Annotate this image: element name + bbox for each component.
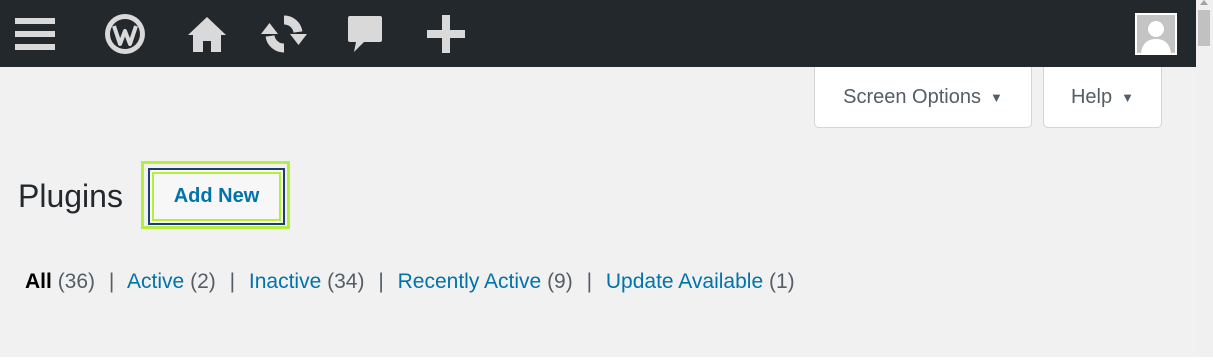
filter-all-count: (36)	[57, 270, 96, 293]
admin-bar	[0, 0, 1196, 67]
home-icon[interactable]	[182, 0, 232, 67]
separator: |	[586, 270, 593, 293]
filter-recently-active-link[interactable]: Recently Active	[398, 270, 542, 293]
plugin-status-filters: All (36) | Active (2) | Inactive (34) | …	[25, 270, 795, 294]
page-title: Plugins	[18, 178, 123, 214]
filter-recently-active-count: (9)	[547, 270, 573, 293]
vertical-scrollbar[interactable]	[1196, 0, 1213, 357]
scroll-up-arrow-icon[interactable]	[1200, 0, 1208, 5]
help-button[interactable]: Help ▼	[1043, 67, 1162, 128]
new-content-icon[interactable]	[424, 0, 468, 67]
user-avatar-icon[interactable]	[1134, 0, 1178, 67]
filter-update-available-link[interactable]: Update Available	[606, 270, 763, 293]
chevron-down-icon: ▼	[989, 89, 1003, 105]
updates-icon[interactable]	[256, 0, 312, 67]
wordpress-logo-icon[interactable]	[100, 0, 150, 67]
separator: |	[378, 270, 384, 293]
filter-active-link[interactable]: Active	[127, 270, 184, 293]
filter-inactive-count: (34)	[327, 270, 365, 293]
scrollbar-thumb[interactable]	[1198, 10, 1210, 46]
filter-inactive-link[interactable]: Inactive	[249, 270, 321, 293]
add-new-button[interactable]: Add New	[148, 168, 285, 225]
filter-active-count: (2)	[190, 270, 216, 293]
help-label: Help	[1070, 85, 1113, 108]
screen-options-button[interactable]: Screen Options ▼	[814, 67, 1032, 128]
screen-options-label: Screen Options	[843, 85, 981, 108]
filter-all-link[interactable]: All	[25, 270, 52, 293]
filter-update-available-count: (1)	[768, 270, 795, 293]
comments-icon[interactable]	[343, 0, 387, 67]
menu-icon[interactable]	[10, 0, 60, 67]
separator: |	[108, 270, 115, 293]
chevron-down-icon: ▼	[1121, 89, 1134, 105]
separator: |	[229, 270, 236, 293]
admin-page: Screen Options ▼ Help ▼ Plugins Add New …	[0, 0, 1196, 357]
